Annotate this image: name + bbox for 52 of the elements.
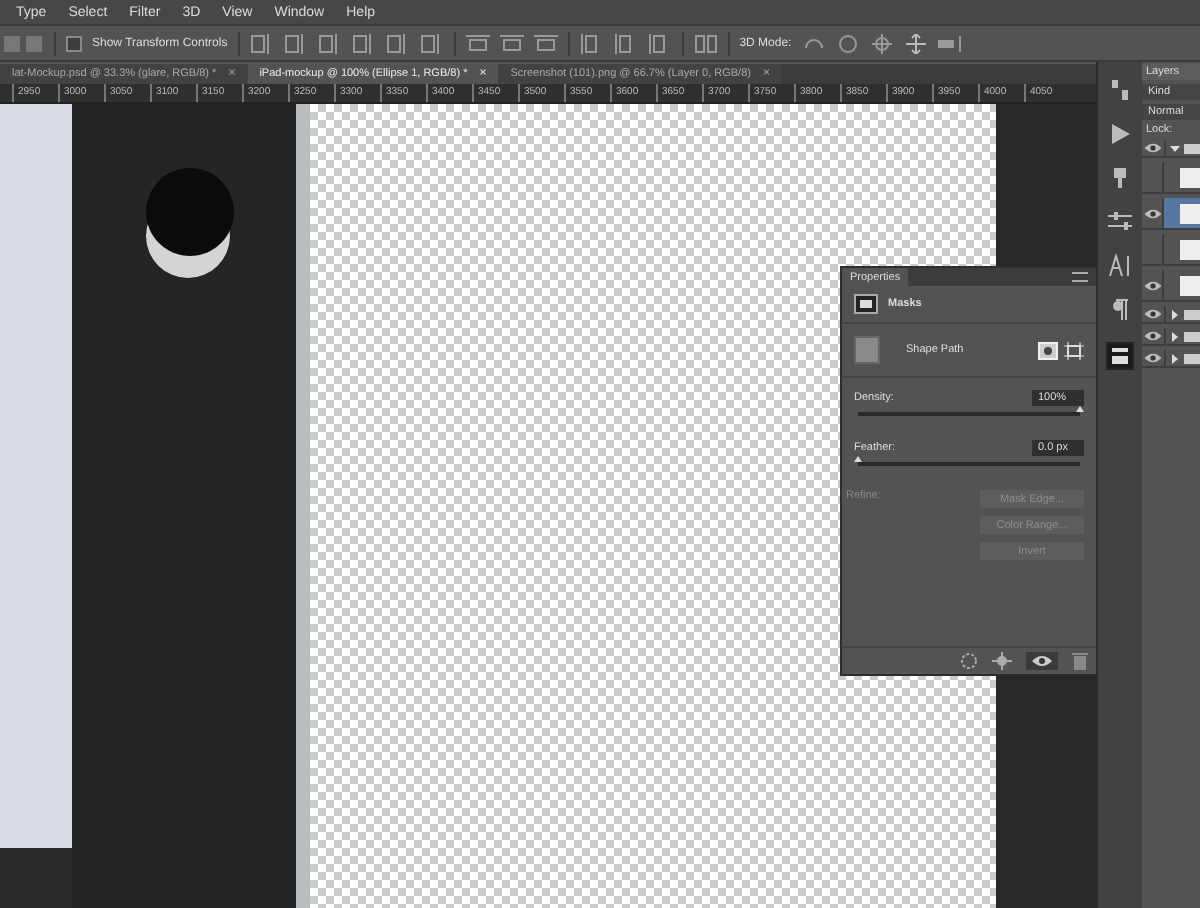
eye-icon[interactable] bbox=[1144, 142, 1162, 154]
auto-align-icon[interactable] bbox=[693, 33, 718, 53]
vector-mask-icon[interactable] bbox=[1064, 341, 1084, 359]
visibility-toggle[interactable] bbox=[1142, 270, 1164, 300]
move-icon[interactable] bbox=[903, 33, 928, 53]
roll-icon[interactable] bbox=[835, 33, 860, 53]
visibility-toggle[interactable] bbox=[1142, 140, 1166, 156]
align-icon[interactable] bbox=[419, 33, 444, 53]
align-icon[interactable] bbox=[317, 33, 342, 53]
selection-icon[interactable] bbox=[960, 652, 978, 670]
drag-icon[interactable] bbox=[869, 33, 894, 53]
disclosure-icon[interactable] bbox=[1170, 309, 1180, 319]
disclosure-icon[interactable] bbox=[1170, 143, 1180, 153]
align-icon[interactable] bbox=[351, 33, 376, 53]
visibility-toggle[interactable] bbox=[1142, 350, 1166, 366]
disclosure-icon[interactable] bbox=[1170, 331, 1180, 341]
pixel-mask-icon[interactable] bbox=[1038, 341, 1058, 359]
eye-icon[interactable] bbox=[1032, 654, 1052, 668]
play-icon[interactable] bbox=[1108, 122, 1132, 146]
slider-thumb[interactable] bbox=[1076, 406, 1084, 412]
slider-thumb[interactable] bbox=[854, 456, 862, 462]
eye-icon[interactable] bbox=[1144, 352, 1162, 364]
layer-row[interactable] bbox=[1166, 306, 1200, 322]
character-icon[interactable] bbox=[1108, 254, 1132, 278]
eye-icon[interactable] bbox=[1143, 279, 1161, 291]
collapse-icon[interactable] bbox=[1072, 272, 1088, 282]
align-icon[interactable] bbox=[385, 33, 410, 53]
visibility-toggle[interactable] bbox=[1142, 306, 1166, 322]
distribute-icon[interactable] bbox=[499, 33, 524, 53]
distribute-icon[interactable] bbox=[533, 33, 558, 53]
align-icon[interactable] bbox=[249, 33, 274, 53]
sliders-icon[interactable] bbox=[1108, 210, 1132, 234]
layer-row[interactable] bbox=[1166, 350, 1200, 366]
layer-row[interactable] bbox=[1164, 198, 1200, 228]
apply-mask-icon[interactable] bbox=[992, 652, 1012, 670]
mask-thumbnail bbox=[854, 336, 880, 364]
checkbox[interactable] bbox=[66, 35, 82, 51]
align-icon[interactable] bbox=[283, 33, 308, 53]
distribute-icon[interactable] bbox=[465, 33, 490, 53]
visibility-toggle[interactable] bbox=[1142, 328, 1166, 344]
paragraph-icon[interactable] bbox=[1108, 298, 1132, 322]
scale-icon[interactable] bbox=[937, 33, 966, 53]
eye-icon[interactable] bbox=[1144, 330, 1162, 342]
eye-icon[interactable] bbox=[1144, 308, 1162, 320]
layer-row[interactable] bbox=[1166, 140, 1200, 156]
eye-icon[interactable] bbox=[1143, 207, 1161, 219]
brush-icon[interactable] bbox=[1108, 166, 1132, 190]
disclosure-icon[interactable] bbox=[1170, 353, 1180, 363]
rotate-icon[interactable] bbox=[801, 33, 826, 53]
properties-icon[interactable] bbox=[1106, 342, 1134, 370]
layer-row[interactable] bbox=[1166, 328, 1200, 344]
mask-icon bbox=[854, 294, 878, 314]
